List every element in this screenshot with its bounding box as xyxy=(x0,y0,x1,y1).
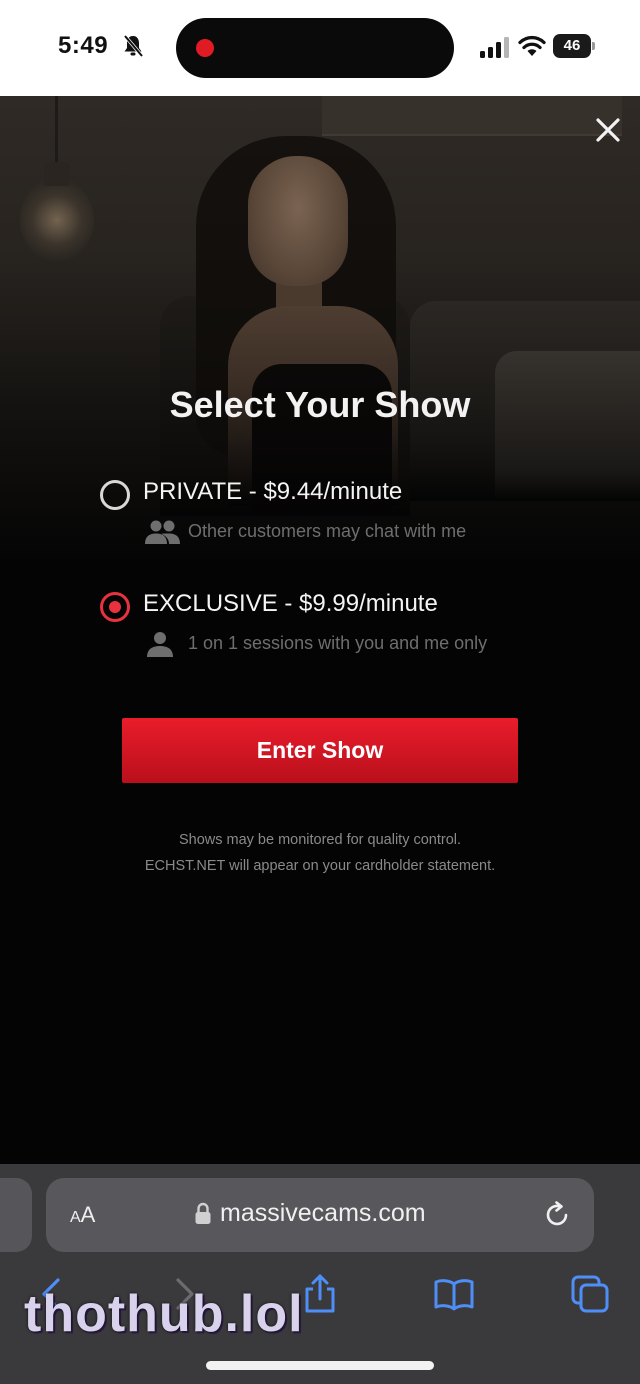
background-window xyxy=(322,96,622,136)
recording-indicator-icon xyxy=(196,39,214,57)
cellular-signal-icon xyxy=(480,37,509,58)
page-settings-button[interactable]: AA xyxy=(70,1202,95,1228)
performer-face xyxy=(248,156,348,286)
radio-private[interactable] xyxy=(100,480,130,510)
lamp-shade xyxy=(44,162,70,186)
share-icon[interactable] xyxy=(298,1272,342,1316)
option-private-description: Other customers may chat with me xyxy=(188,521,467,541)
lock-icon xyxy=(195,1202,211,1224)
watermark-text: thothub.lol xyxy=(24,1285,304,1343)
battery-cap xyxy=(592,42,595,50)
legal-line-statement: ECHST.NET will appear on your cardholder… xyxy=(144,858,496,874)
legal-line-monitoring: Shows may be monitored for quality contr… xyxy=(178,832,462,848)
aa-big-letter: A xyxy=(80,1202,96,1227)
reload-icon[interactable] xyxy=(542,1200,572,1230)
option-private-label: PRIVATE - $9.44/minute xyxy=(143,478,403,505)
radio-exclusive[interactable] xyxy=(100,592,130,622)
bell-slash-icon xyxy=(123,34,144,58)
person-icon xyxy=(147,632,173,657)
status-time: 5:49 xyxy=(58,32,109,59)
battery-indicator: 46 xyxy=(553,34,595,58)
close-icon[interactable] xyxy=(592,114,624,146)
modal-title: Select Your Show xyxy=(169,384,471,425)
safari-toolbar: AA massivecams.com xyxy=(0,1164,640,1384)
status-bar: 5:49 46 xyxy=(0,0,640,96)
radio-selected-dot xyxy=(109,601,121,613)
home-indicator[interactable] xyxy=(206,1361,434,1370)
group-icon xyxy=(145,520,180,544)
aa-small-letter: A xyxy=(70,1209,81,1226)
enter-show-button[interactable]: Enter Show xyxy=(122,718,518,783)
option-exclusive-label: EXCLUSIVE - $9.99/minute xyxy=(143,590,438,617)
option-private[interactable]: PRIVATE - $9.44/minute Other customers m… xyxy=(98,476,568,556)
previous-tab-peek[interactable] xyxy=(0,1178,32,1252)
option-exclusive[interactable]: EXCLUSIVE - $9.99/minute 1 on 1 sessions… xyxy=(98,588,568,668)
bookmarks-icon[interactable] xyxy=(432,1272,476,1316)
option-exclusive-description: 1 on 1 sessions with you and me only xyxy=(188,633,488,653)
legal-notice: Shows may be monitored for quality contr… xyxy=(0,827,640,879)
show-selection-page: Select Your Show PRIVATE - $9.44/minute … xyxy=(0,96,640,1164)
tabs-icon[interactable] xyxy=(568,1272,612,1316)
url-text: massivecams.com xyxy=(220,1199,426,1227)
lamp-cord xyxy=(55,96,58,166)
dynamic-island xyxy=(176,18,454,78)
address-bar[interactable]: AA massivecams.com xyxy=(46,1178,594,1252)
wifi-icon xyxy=(518,35,546,56)
lamp-glow xyxy=(20,178,94,262)
battery-level: 46 xyxy=(553,34,591,58)
